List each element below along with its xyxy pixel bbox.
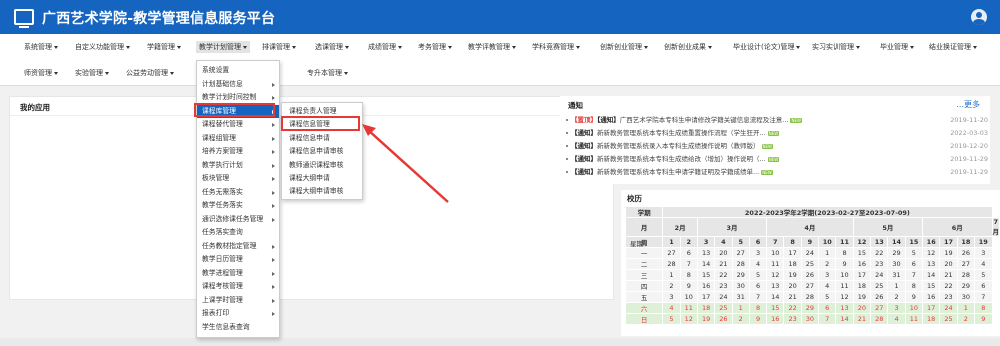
- annotation-arrow-icon: [362, 124, 449, 203]
